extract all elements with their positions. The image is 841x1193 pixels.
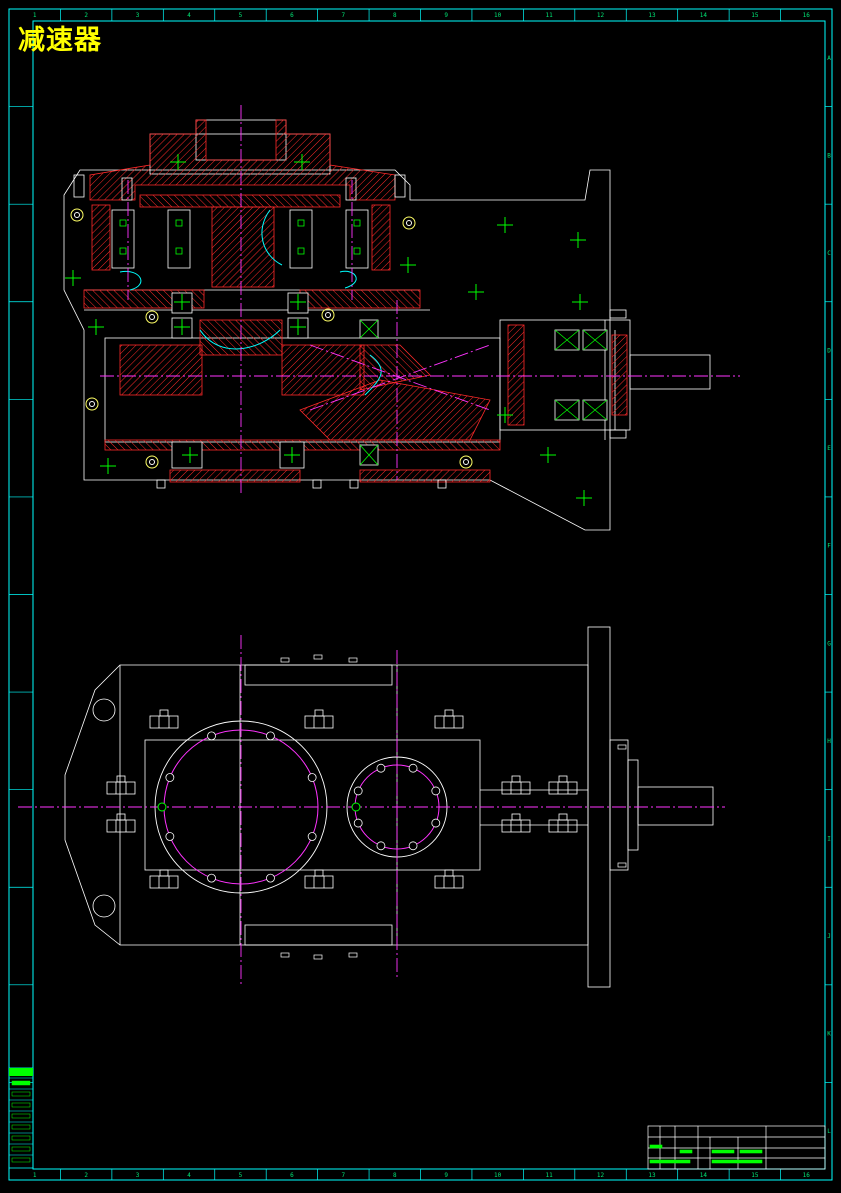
zone-row-label: K [827,1031,831,1038]
bolt-hole-icon [376,841,386,851]
nut-icon [501,813,531,833]
centerlines-plan [18,635,725,985]
nut-icon [106,775,136,795]
zone-column-label: 14 [700,1172,708,1179]
bolt-icon [85,397,99,411]
zone-column-label: 8 [393,1172,397,1179]
bolt-hole-icon [207,731,216,741]
nut-icon [304,869,334,889]
drawing-title: 减速器 [18,25,102,56]
nut-icon [149,869,179,889]
nut-icon [501,775,531,795]
bolt-hole-icon [307,773,317,782]
zone-column-label: 5 [239,12,243,19]
zone-column-label: 6 [290,12,294,19]
zone-column-label: 9 [444,1172,448,1179]
technical-drawing: 1122334455667788991010111112121313141415… [8,8,833,1181]
zone-column-label: 8 [393,12,397,19]
zone-row-label: G [827,640,831,647]
bolt-hole-icon [431,786,441,796]
zone-column-label: 7 [342,12,346,19]
zone-column-label: 14 [700,12,708,19]
zone-column-label: 1 [33,1172,37,1179]
zone-column-label: 16 [803,1172,811,1179]
zone-column-label: 3 [136,12,140,19]
bolt-hole-icon [266,731,275,741]
bolt-hole-icon [408,763,418,773]
bolt-hole-icon [165,832,175,841]
zone-row-label: D [827,348,831,355]
bolt-icon [70,208,84,222]
drawing-sheet: 1 1 2 2 3 3 4 4 5 5 6 6 7 7 8 8 9 9 10 10 11 11 12 12 13 13 14 14 15… [0,0,841,1189]
bolt-icon [459,455,473,469]
nut-icon [106,813,136,833]
zone-column-label: 10 [494,12,502,19]
bolt-hole-icon [408,841,418,851]
bolt-hole-icon [353,786,363,796]
zone-column-label: 7 [342,1172,346,1179]
zone-column-label: 11 [545,1172,553,1179]
bolt-icon [402,216,416,230]
bolt-hole-icon [376,763,386,773]
revision-block [8,1067,34,1169]
bolt-hole-icon [353,818,363,828]
zone-row-label: A [827,55,831,62]
bolt-hole-icon [307,832,317,841]
sectional-front-view [63,105,740,531]
zone-row-label: I [827,835,831,842]
zone-column-label: 2 [84,1172,88,1179]
zone-row-label: J [827,933,831,940]
zone-row-label: L [827,1128,831,1135]
nut-icon [434,869,464,889]
zone-column-label: 11 [545,12,553,19]
nut-icon [434,709,464,729]
zone-column-label: 4 [187,12,191,19]
bolt-hole-icon [207,873,216,883]
zone-column-label: 3 [136,1172,140,1179]
zone-column-label: 13 [648,12,656,19]
zone-column-label: 5 [239,1172,243,1179]
bolt-hole-icon [165,773,175,782]
zone-row-label: F [827,543,831,550]
housing-section-hatch [83,119,628,483]
zone-column-label: 9 [444,12,448,19]
nut-icon [548,813,578,833]
bolt-hole-icon [266,873,275,883]
nut-icon [149,709,179,729]
zone-column-label: 15 [751,12,759,19]
zone-column-label: 12 [597,1172,605,1179]
zone-column-label: 10 [494,1172,502,1179]
bolt-icon [145,310,159,324]
zone-column-label: 12 [597,12,605,19]
zone-row-label: C [827,250,831,257]
zone-column-label: 4 [187,1172,191,1179]
zone-row-label: B [827,152,831,159]
bolt-icon [321,308,335,322]
zone-column-label: 13 [648,1172,656,1179]
zone-row-label: H [827,738,831,745]
bolt-icon [145,455,159,469]
zone-column-label: 6 [290,1172,294,1179]
zone-column-label: 16 [803,12,811,19]
nut-icon [548,775,578,795]
nut-icon [304,709,334,729]
bolt-hole-icon [431,818,441,828]
top-plan-view [18,626,725,988]
zone-row-label: E [827,445,831,452]
zone-column-label: 15 [751,1172,759,1179]
